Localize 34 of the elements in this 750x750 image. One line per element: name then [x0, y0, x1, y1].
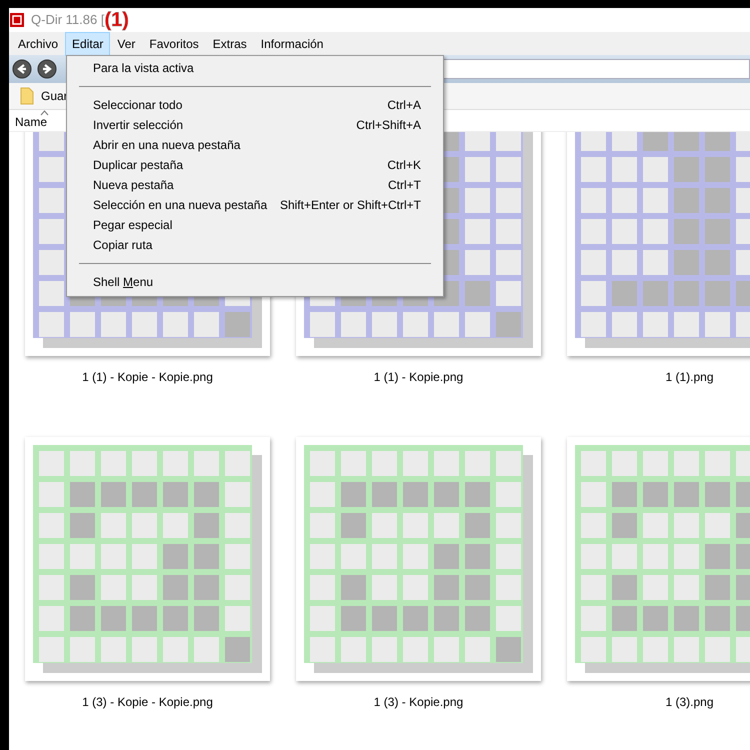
folder-name[interactable]: Guar: [41, 87, 68, 105]
menu-bar-item[interactable]: Extras: [206, 32, 254, 56]
shortcut-label: Ctrl+A: [387, 97, 421, 114]
menu-bar-item[interactable]: Ver: [110, 32, 142, 56]
menu-item[interactable]: Shell Menu: [93, 273, 154, 291]
menu-item[interactable]: Selección en una nueva pestaña: [93, 196, 268, 214]
menu-item[interactable]: Invertir selección: [93, 116, 184, 134]
menu-item[interactable]: Abrir en una nueva pestaña: [93, 136, 240, 154]
menu-item[interactable]: Nueva pestaña: [93, 176, 174, 194]
file-name[interactable]: 1 (3) - Kopie - Kopie.png: [82, 693, 213, 711]
forward-icon[interactable]: [37, 59, 57, 79]
menu-item[interactable]: Duplicar pestaña: [93, 156, 184, 174]
menu-item[interactable]: Seleccionar todo: [93, 96, 182, 114]
file-name[interactable]: 1 (1) - Kopie - Kopie.png: [82, 368, 213, 386]
column-header[interactable]: Name: [15, 113, 48, 131]
back-icon[interactable]: [12, 59, 32, 79]
annotation-label: (1): [104, 10, 129, 30]
menu-item[interactable]: Para la vista activa: [93, 59, 194, 77]
shortcut-label: Shift+Enter or Shift+Ctrl+T: [280, 197, 421, 214]
shortcut-label: Ctrl+T: [388, 177, 421, 194]
shortcut-label: Ctrl+Shift+A: [356, 117, 421, 134]
folder-icon: [20, 87, 34, 105]
file-name[interactable]: 1 (1).png: [665, 368, 714, 386]
window-title: Q-Dir 11.86 [: [31, 11, 104, 30]
menu-item[interactable]: Copiar ruta: [93, 236, 152, 254]
file-name[interactable]: 1 (3).png: [665, 693, 714, 711]
shortcut-label: Ctrl+K: [387, 157, 421, 174]
menu-bar-item[interactable]: Editar: [65, 32, 110, 56]
file-name[interactable]: 1 (1) - Kopie.png: [374, 368, 464, 386]
menu-bar-item[interactable]: Información: [254, 32, 330, 56]
menu-item[interactable]: Pegar especial: [93, 216, 172, 234]
menu-bar-item[interactable]: Favoritos: [142, 32, 206, 56]
menu-bar-item[interactable]: Archivo: [11, 32, 66, 56]
file-name[interactable]: 1 (3) - Kopie.png: [374, 693, 464, 711]
